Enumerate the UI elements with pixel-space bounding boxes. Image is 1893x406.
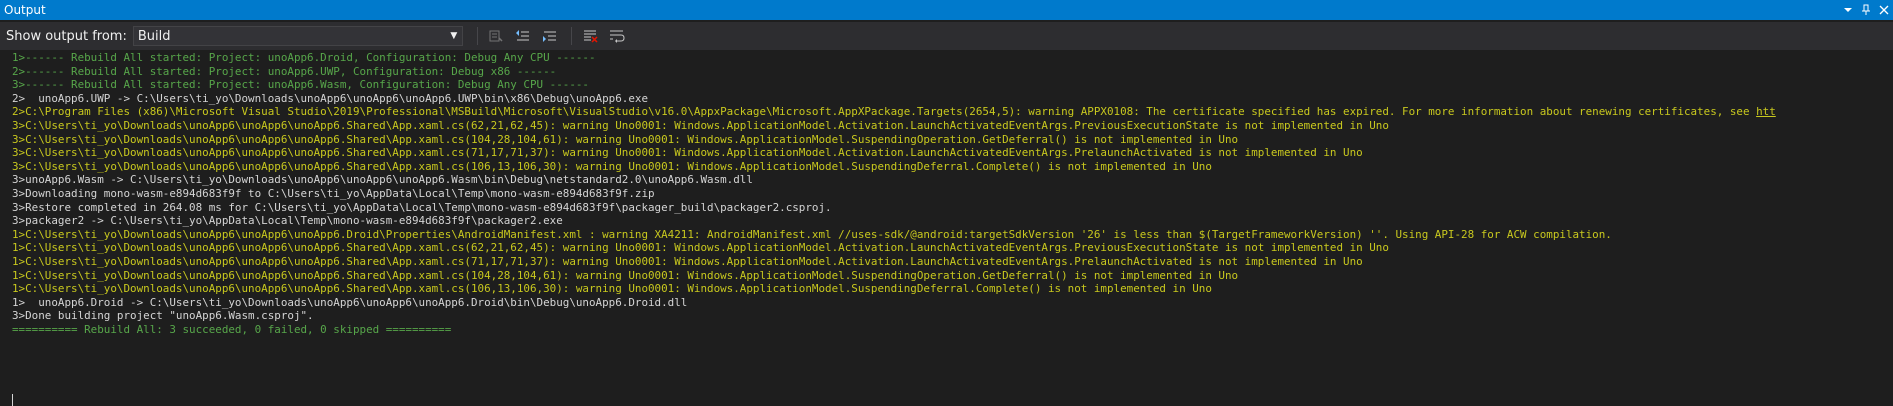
output-source-select[interactable]: Build ▼ <box>132 26 463 46</box>
output-line: 2>------ Rebuild All started: Project: u… <box>12 65 1893 79</box>
output-line-text: 3>unoApp6.Wasm -> C:\Users\ti_yo\Downloa… <box>12 173 753 187</box>
text-caret <box>12 394 13 406</box>
output-line: 3>C:\Users\ti_yo\Downloads\unoApp6\unoAp… <box>12 146 1893 160</box>
previous-message-icon <box>515 30 529 41</box>
output-source-value: Build <box>137 28 171 44</box>
output-line: 1>C:\Users\ti_yo\Downloads\unoApp6\unoAp… <box>12 269 1893 283</box>
next-message-icon <box>542 31 556 42</box>
output-line: 3>C:\Users\ti_yo\Downloads\unoApp6\unoAp… <box>12 119 1893 133</box>
output-line-text: 3>packager2 -> C:\Users\ti_yo\AppData\Lo… <box>12 214 563 228</box>
show-output-from-label: Show output from: <box>6 28 127 44</box>
output-line: 1>C:\Users\ti_yo\Downloads\unoApp6\unoAp… <box>12 228 1893 242</box>
toggle-word-wrap-button[interactable] <box>605 25 629 47</box>
close-icon[interactable] <box>1875 0 1893 20</box>
chevron-down-icon: ▼ <box>450 31 458 41</box>
output-line: 3>C:\Users\ti_yo\Downloads\unoApp6\unoAp… <box>12 160 1893 174</box>
auto-hide-pin-icon[interactable] <box>1857 0 1875 20</box>
output-line-text: 1>C:\Users\ti_yo\Downloads\unoApp6\unoAp… <box>12 254 1363 268</box>
output-line-text: 1>------ Rebuild All started: Project: u… <box>12 51 596 64</box>
output-text-pane[interactable]: 1>------ Rebuild All started: Project: u… <box>0 51 1893 406</box>
output-line: 3>Downloading mono-wasm-e894d683f9f to C… <box>12 187 1893 201</box>
output-line-text: 3>Restore completed in 264.08 ms for C:\… <box>12 200 832 214</box>
output-line: 3>------ Rebuild All started: Project: u… <box>12 78 1893 92</box>
output-line-text: 1> unoApp6.Droid -> C:\Users\ti_yo\Downl… <box>12 295 688 309</box>
output-title-bar[interactable]: Output <box>0 0 1893 20</box>
output-line: 3>Done building project "unoApp6.Wasm.cs… <box>12 309 1893 323</box>
output-line-text: 1>C:\Users\ti_yo\Downloads\unoApp6\unoAp… <box>12 282 1212 296</box>
window-title: Output <box>4 3 46 17</box>
toolbar-separator <box>570 27 572 45</box>
output-line: ========== Rebuild All: 3 succeeded, 0 f… <box>12 323 1893 337</box>
output-line-text: 1>C:\Users\ti_yo\Downloads\unoApp6\unoAp… <box>12 268 1239 282</box>
go-to-next-message-button[interactable] <box>538 25 562 47</box>
output-line: 3>Restore completed in 264.08 ms for C:\… <box>12 201 1893 215</box>
output-line-text: 3>C:\Users\ti_yo\Downloads\unoApp6\unoAp… <box>12 132 1239 146</box>
output-line-text: 3>C:\Users\ti_yo\Downloads\unoApp6\unoAp… <box>12 118 1389 132</box>
clear-all-button[interactable] <box>578 25 602 47</box>
output-line: 1>C:\Users\ti_yo\Downloads\unoApp6\unoAp… <box>12 241 1893 255</box>
output-line-text: 1>C:\Users\ti_yo\Downloads\unoApp6\unoAp… <box>12 241 1389 255</box>
output-hyperlink[interactable]: htt <box>1756 105 1776 118</box>
output-line: 3>C:\Users\ti_yo\Downloads\unoApp6\unoAp… <box>12 133 1893 147</box>
output-line: 1> unoApp6.Droid -> C:\Users\ti_yo\Downl… <box>12 296 1893 310</box>
toolbar-separator <box>476 27 478 45</box>
output-line-text: 3>C:\Users\ti_yo\Downloads\unoApp6\unoAp… <box>12 159 1212 173</box>
output-line-text: 3>C:\Users\ti_yo\Downloads\unoApp6\unoAp… <box>12 146 1363 160</box>
output-line-text: 3>Done building project "unoApp6.Wasm.cs… <box>12 309 314 323</box>
find-message-in-code-icon <box>489 30 503 42</box>
window-position-dropdown-icon[interactable] <box>1839 0 1857 20</box>
output-line-text: 2>------ Rebuild All started: Project: u… <box>12 64 557 78</box>
output-line: 1>C:\Users\ti_yo\Downloads\unoApp6\unoAp… <box>12 282 1893 296</box>
go-to-previous-message-button[interactable] <box>511 25 535 47</box>
output-line-text: 3>------ Rebuild All started: Project: u… <box>12 78 589 92</box>
output-line: 2> unoApp6.UWP -> C:\Users\ti_yo\Downloa… <box>12 92 1893 106</box>
clear-all-icon <box>583 30 598 43</box>
output-line: 3>packager2 -> C:\Users\ti_yo\AppData\Lo… <box>12 214 1893 228</box>
find-message-in-code-button[interactable] <box>484 25 508 47</box>
output-line: 1>C:\Users\ti_yo\Downloads\unoApp6\unoAp… <box>12 255 1893 269</box>
output-line: 1>------ Rebuild All started: Project: u… <box>12 51 1893 65</box>
output-line-text: 3>Downloading mono-wasm-e894d683f9f to C… <box>12 186 655 200</box>
output-line-text: 2>C:\Program Files (x86)\Microsoft Visua… <box>12 105 1757 119</box>
word-wrap-icon <box>609 30 625 43</box>
output-line: 2>C:\Program Files (x86)\Microsoft Visua… <box>12 105 1893 119</box>
output-line-text: 2> unoApp6.UWP -> C:\Users\ti_yo\Downloa… <box>12 91 649 105</box>
output-toolbar: Show output from: Build ▼ <box>0 22 1893 50</box>
output-line-text: ========== Rebuild All: 3 succeeded, 0 f… <box>12 322 452 336</box>
output-line-text: 1>C:\Users\ti_yo\Downloads\unoApp6\unoAp… <box>12 227 1612 241</box>
output-window: Output Show output from: Build ▼ 1>-----… <box>0 0 1893 406</box>
output-line: 3>unoApp6.Wasm -> C:\Users\ti_yo\Downloa… <box>12 173 1893 187</box>
